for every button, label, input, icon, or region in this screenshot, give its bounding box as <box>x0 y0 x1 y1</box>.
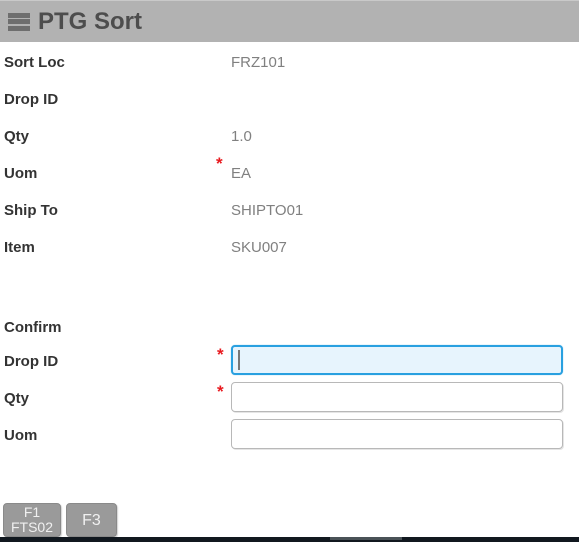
info-row-item: Item SKU007 <box>0 238 579 275</box>
page-title: PTG Sort <box>38 7 143 35</box>
function-key-f3-button[interactable]: F3 <box>66 503 117 537</box>
bottom-status-strip <box>0 537 579 542</box>
function-key-f1-button[interactable]: F1 FTS02 <box>3 503 61 537</box>
bottom-status-strip-highlight <box>330 537 402 540</box>
app-header: PTG Sort <box>0 0 579 42</box>
required-asterisk-confirm-drop-id: * <box>217 345 224 364</box>
drop-id-input[interactable] <box>231 345 563 375</box>
info-value-sort-loc: FRZ101 <box>231 54 286 71</box>
qty-input[interactable] <box>231 382 563 412</box>
info-value-qty: 1.0 <box>231 128 252 145</box>
f3-key-label: F3 <box>82 511 101 529</box>
info-label-qty: Qty <box>4 128 30 145</box>
info-value-uom: EA <box>231 165 252 182</box>
field-label-uom: Uom <box>4 427 38 444</box>
f1-caption-label: FTS02 <box>10 519 53 535</box>
info-label-ship-to: Ship To <box>4 202 58 219</box>
form-body: Sort Loc FRZ101 Drop ID Qty 1.0 Uom * EA… <box>0 42 579 492</box>
info-row-ship-to: Ship To SHIPTO01 <box>0 201 579 238</box>
hamburger-bar-1 <box>8 12 30 18</box>
field-row-uom: Uom <box>0 419 579 456</box>
footer-bar: F1 FTS02 F3 <box>0 492 579 542</box>
info-row-uom: Uom * EA <box>0 155 579 201</box>
hamburger-bar-2 <box>8 19 30 24</box>
info-label-uom: Uom <box>4 165 38 182</box>
info-label-drop-id: Drop ID <box>4 91 59 108</box>
info-label-sort-loc: Sort Loc <box>4 54 65 71</box>
text-cursor <box>238 350 240 370</box>
info-value-item: SKU007 <box>231 239 287 256</box>
hamburger-bar-3 <box>8 25 30 31</box>
field-label-qty: Qty <box>4 390 30 407</box>
confirm-section-heading: Confirm <box>4 319 62 336</box>
info-row-sort-loc: Sort Loc FRZ101 <box>0 53 579 90</box>
info-value-ship-to: SHIPTO01 <box>231 202 304 219</box>
info-row-drop-id: Drop ID <box>0 90 579 127</box>
field-row-qty: Qty * <box>0 382 579 419</box>
required-asterisk-uom: * <box>216 154 223 173</box>
f1-key-label: F1 <box>23 504 41 520</box>
required-asterisk-confirm-qty: * <box>217 382 224 401</box>
info-label-item: Item <box>4 239 35 256</box>
field-row-drop-id: Drop ID * <box>0 345 579 382</box>
info-row-qty: Qty 1.0 <box>0 127 579 164</box>
uom-input[interactable] <box>231 419 563 449</box>
field-label-drop-id: Drop ID <box>4 353 59 370</box>
hamburger-menu-icon[interactable] <box>8 11 30 33</box>
